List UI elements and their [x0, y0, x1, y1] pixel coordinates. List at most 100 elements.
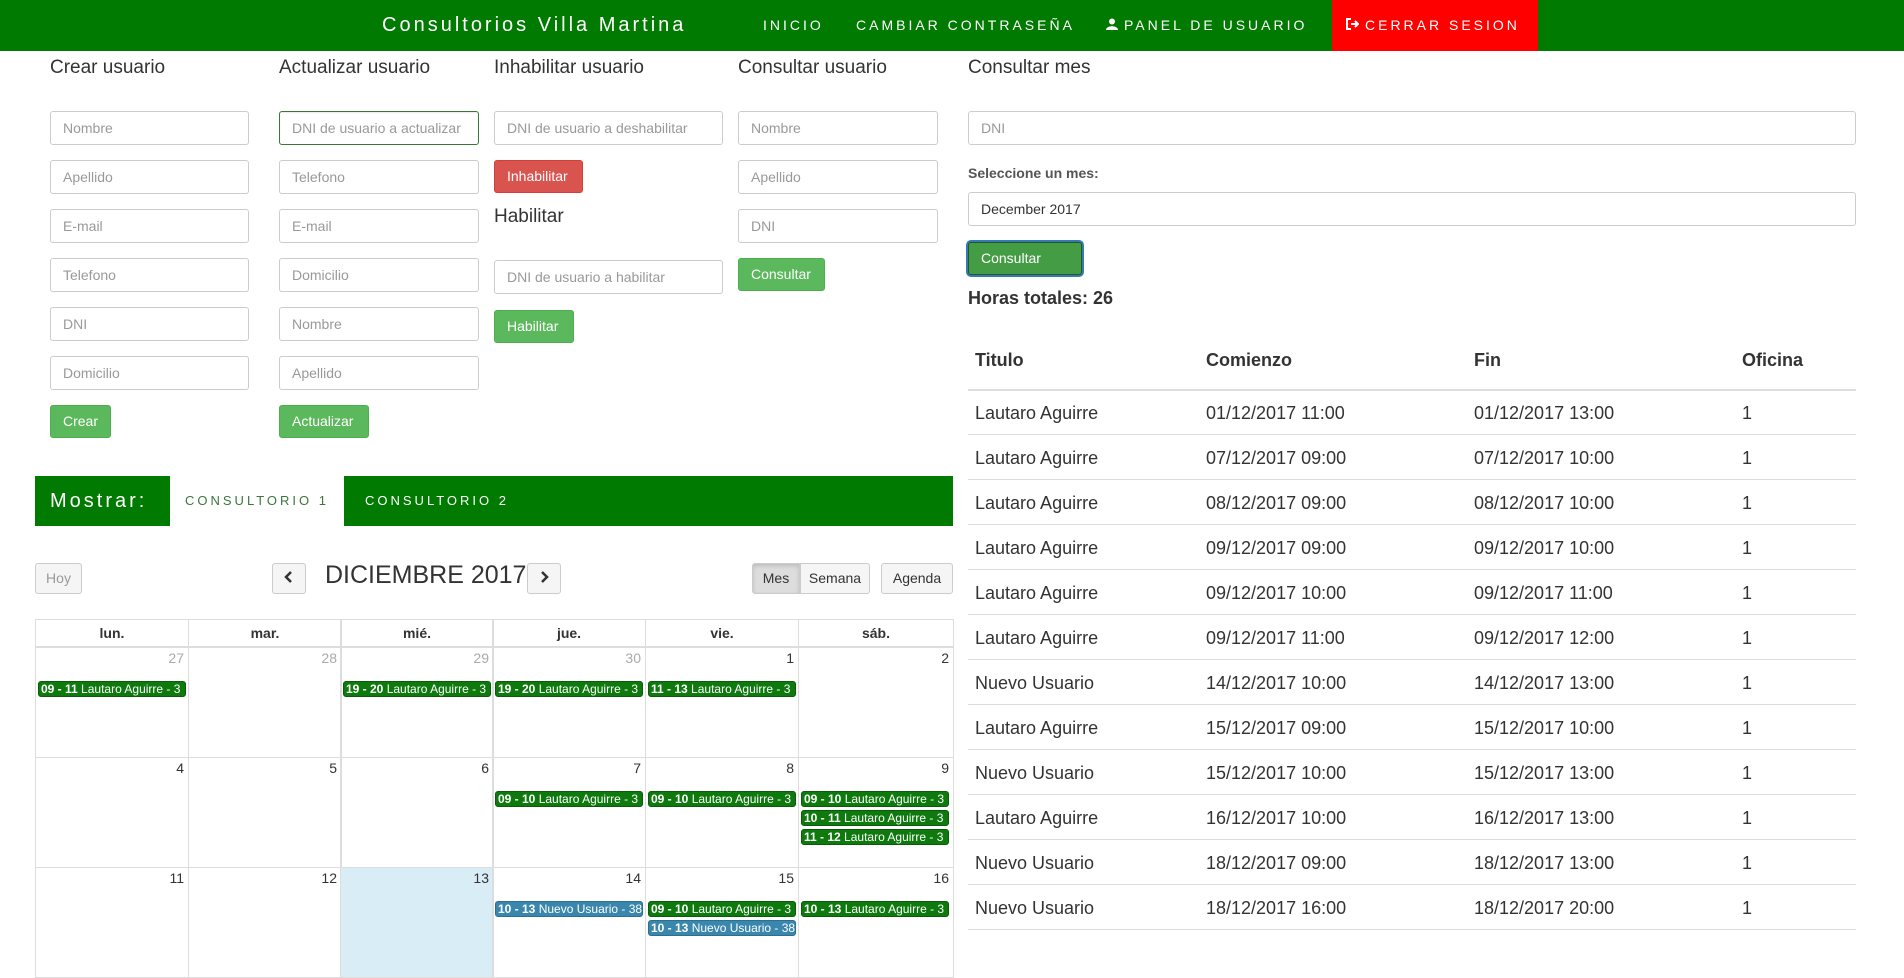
calendar-day-number: 16: [933, 870, 949, 886]
calendar-day-cell[interactable]: 7: [492, 757, 646, 868]
calendar-day-cell[interactable]: 1: [645, 647, 799, 758]
calendar-day-cell[interactable]: 27: [35, 647, 189, 758]
calendar-event[interactable]: 10 - 11 Lautaro Aguirre - 3: [801, 810, 949, 826]
calendar-event[interactable]: 19 - 20 Lautaro Aguirre - 3: [343, 681, 491, 697]
nav-cambiar-contrasena[interactable]: CAMBIAR CONTRASEÑA: [856, 0, 1075, 51]
actualizar-button[interactable]: Actualizar: [279, 405, 369, 438]
horas-totales: Horas totales: 26: [968, 288, 1114, 308]
nav-cerrar-sesion[interactable]: CERRAR SESION: [1332, 0, 1538, 51]
nav-inicio[interactable]: INICIO: [763, 0, 824, 51]
calendar-event-time: 10 - 11: [804, 811, 841, 825]
calendar-day-cell[interactable]: 16: [798, 867, 954, 978]
habilitar-button[interactable]: Habilitar: [494, 310, 574, 343]
crear-email-input[interactable]: [50, 209, 249, 243]
view-agenda-button[interactable]: Agenda: [881, 563, 953, 594]
actualizar-nombre-input[interactable]: [279, 307, 479, 341]
actualizar-email-input[interactable]: [279, 209, 479, 243]
consultar-mes-button[interactable]: Consultar mes: [968, 242, 1082, 297]
calendar-day-cell[interactable]: 29: [340, 647, 494, 758]
select-month-label: Seleccione un mes:: [968, 165, 1099, 181]
nav-panel-usuario[interactable]: PANEL DE USUARIO: [1106, 0, 1307, 51]
calendar-event[interactable]: 19 - 20 Lautaro Aguirre - 3: [495, 681, 643, 697]
table-cell: 16/12/2017 10:00: [1206, 808, 1347, 828]
user-icon: [1106, 0, 1118, 51]
calendar-day-cell[interactable]: 8: [645, 757, 799, 868]
consultar-dni-input[interactable]: [738, 209, 938, 243]
calendar-day-cell[interactable]: 14: [492, 867, 646, 978]
calendar-day-number: 27: [168, 650, 184, 666]
table-cell: 18/12/2017 16:00: [1206, 898, 1347, 918]
consultar-button[interactable]: Consultar: [738, 258, 825, 291]
table-row-divider: [968, 749, 1856, 750]
calendar-event[interactable]: 09 - 10 Lautaro Aguirre - 3: [648, 901, 796, 917]
table-cell: 09/12/2017 09:00: [1206, 538, 1347, 558]
table-cell: Lautaro Aguirre: [975, 403, 1099, 423]
crear-button[interactable]: Crear: [50, 405, 111, 438]
mes-dni-input[interactable]: [968, 111, 1856, 145]
calendar-event[interactable]: 10 - 13 Nuevo Usuario - 38: [648, 920, 796, 936]
calendar-day-cell[interactable]: 4: [35, 757, 189, 868]
calendar-day-number: 13: [473, 870, 489, 886]
calendar-day-cell[interactable]: 6: [340, 757, 494, 868]
calendar-day-number: 2: [941, 650, 949, 666]
next-month-button[interactable]: [527, 563, 561, 594]
table-cell: 16/12/2017 13:00: [1474, 808, 1615, 828]
calendar-event-time: 09 - 10: [651, 902, 689, 916]
brand-title[interactable]: Consultorios Villa Martina: [382, 0, 686, 51]
actualizar-apellido-input[interactable]: [279, 356, 479, 390]
table-cell: 09/12/2017 11:00: [1206, 628, 1345, 648]
calendar-event[interactable]: 09 - 10 Lautaro Aguirre - 3: [495, 791, 643, 807]
calendar-day-cell[interactable]: 2: [798, 647, 954, 758]
calendar-day-cell[interactable]: 30: [492, 647, 646, 758]
inhabilitar-button[interactable]: Inhabilitar: [494, 160, 583, 193]
calendar-day-cell[interactable]: 28: [188, 647, 342, 758]
calendar-event[interactable]: 09 - 10 Lautaro Aguirre - 3: [801, 791, 949, 807]
table-cell: Lautaro Aguirre: [975, 538, 1099, 558]
crear-nombre-input[interactable]: [50, 111, 249, 145]
calendar-day-cell[interactable]: 5: [188, 757, 342, 868]
tab-consultorio-1[interactable]: CONSULTORIO 1: [170, 476, 344, 526]
actualizar-domicilio-input[interactable]: [279, 258, 479, 292]
calendar-day-cell[interactable]: 12: [188, 867, 342, 978]
table-row-divider: [968, 569, 1856, 570]
month-select[interactable]: December 2017: [968, 192, 1856, 226]
table-cell: 1: [1742, 538, 1753, 558]
crear-telefono-input[interactable]: [50, 258, 249, 292]
calendar-event[interactable]: 11 - 12 Lautaro Aguirre - 3: [801, 829, 949, 845]
today-button[interactable]: Hoy: [35, 563, 82, 594]
table-cell: 09/12/2017 12:00: [1474, 628, 1615, 648]
table-row-divider: [968, 524, 1856, 525]
calendar-event[interactable]: 09 - 10 Lautaro Aguirre - 3: [648, 791, 796, 807]
calendar-event-title: Nuevo Usuario - 38: [691, 921, 796, 935]
consultar-apellido-input[interactable]: [738, 160, 938, 194]
calendar-day-cell[interactable]: 13: [340, 867, 494, 978]
table-cell: 1: [1742, 628, 1753, 648]
calendar-event-time: 19 - 20: [498, 682, 536, 696]
view-semana-button[interactable]: Semana: [800, 563, 870, 594]
tab-consultorio-2[interactable]: CONSULTORIO 2: [350, 476, 524, 526]
calendar-day-number: 9: [941, 760, 949, 776]
actualizar-telefono-input[interactable]: [279, 160, 479, 194]
calendar-day-number: 30: [625, 650, 641, 666]
crear-dni-input[interactable]: [50, 307, 249, 341]
calendar-event[interactable]: 09 - 11 Lautaro Aguirre - 3: [38, 681, 186, 697]
calendar-event-time: 09 - 10: [498, 792, 536, 806]
calendar-event[interactable]: 11 - 13 Lautaro Aguirre - 3: [648, 681, 796, 697]
actualizar-dni-input[interactable]: [279, 111, 479, 145]
calendar-event[interactable]: 10 - 13 Lautaro Aguirre - 3: [801, 901, 949, 917]
table-row-divider: [968, 614, 1856, 615]
calendar-day-header: mié.: [340, 619, 494, 647]
calendar-day-number: 29: [473, 650, 489, 666]
calendar-event-title: Lautaro Aguirre - 3: [844, 792, 945, 806]
calendar-day-number: 4: [176, 760, 184, 776]
calendar-event[interactable]: 10 - 13 Nuevo Usuario - 38: [495, 901, 643, 917]
habilitar-dni-input[interactable]: [494, 260, 723, 294]
inhabilitar-dni-input[interactable]: [494, 111, 723, 145]
table-cell: 1: [1742, 853, 1753, 873]
consultar-nombre-input[interactable]: [738, 111, 938, 145]
calendar-day-cell[interactable]: 11: [35, 867, 189, 978]
view-mes-button[interactable]: Mes: [752, 563, 800, 594]
crear-apellido-input[interactable]: [50, 160, 249, 194]
crear-domicilio-input[interactable]: [50, 356, 249, 390]
prev-month-button[interactable]: [272, 563, 306, 594]
